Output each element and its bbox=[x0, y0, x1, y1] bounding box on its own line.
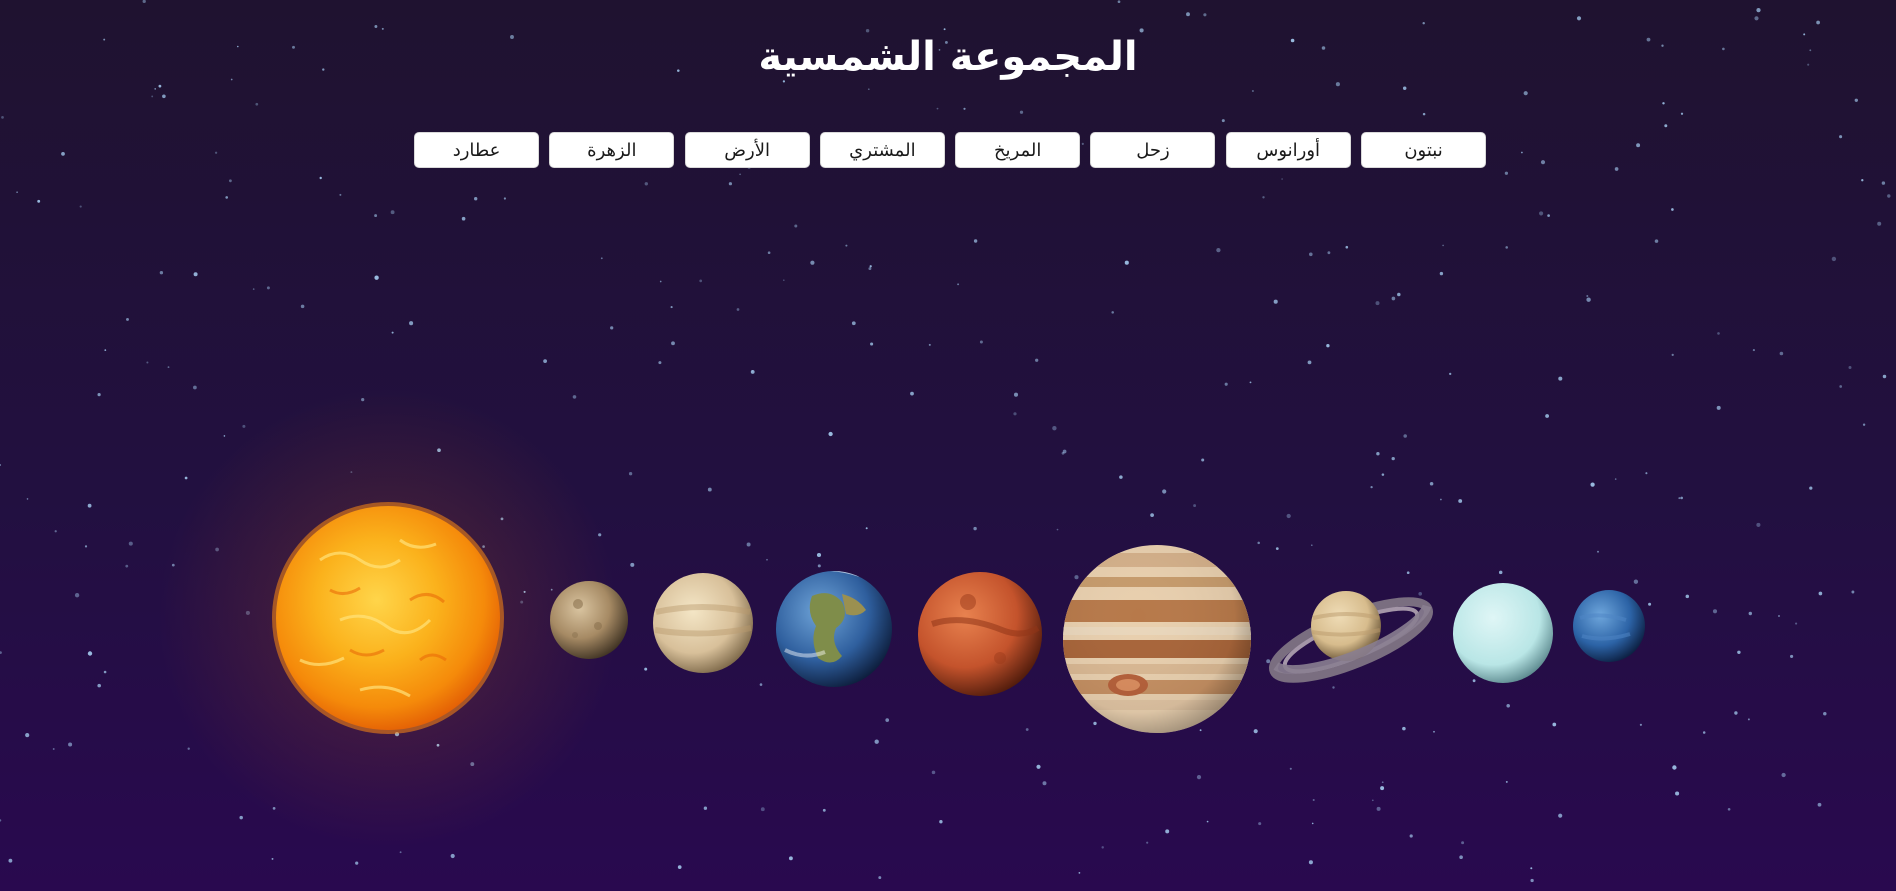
jupiter-button[interactable]: المشتري bbox=[819, 132, 945, 168]
mercury-button[interactable]: عطارد bbox=[414, 132, 540, 168]
jupiter-icon bbox=[1063, 545, 1251, 733]
mars-icon bbox=[918, 572, 1042, 696]
sun-icon bbox=[158, 388, 618, 848]
mercury-icon bbox=[550, 581, 628, 659]
planet-nav: نبتون أورانوس زحل المريخ المشتري الأرض ا… bbox=[414, 132, 1486, 168]
uranus-icon bbox=[1453, 583, 1553, 683]
mars-button[interactable]: المريخ bbox=[955, 132, 1081, 168]
venus-button[interactable]: الزهرة bbox=[549, 132, 675, 168]
page-title: المجموعة الشمسية bbox=[758, 34, 1138, 80]
neptune-icon bbox=[1573, 590, 1645, 662]
earth-icon bbox=[776, 571, 892, 687]
saturn-icon bbox=[1269, 591, 1433, 683]
saturn-button[interactable]: زحل bbox=[1090, 132, 1216, 168]
neptune-button[interactable]: نبتون bbox=[1361, 132, 1486, 168]
earth-button[interactable]: الأرض bbox=[684, 132, 810, 168]
venus-icon bbox=[653, 573, 753, 673]
uranus-button[interactable]: أورانوس bbox=[1225, 132, 1351, 168]
